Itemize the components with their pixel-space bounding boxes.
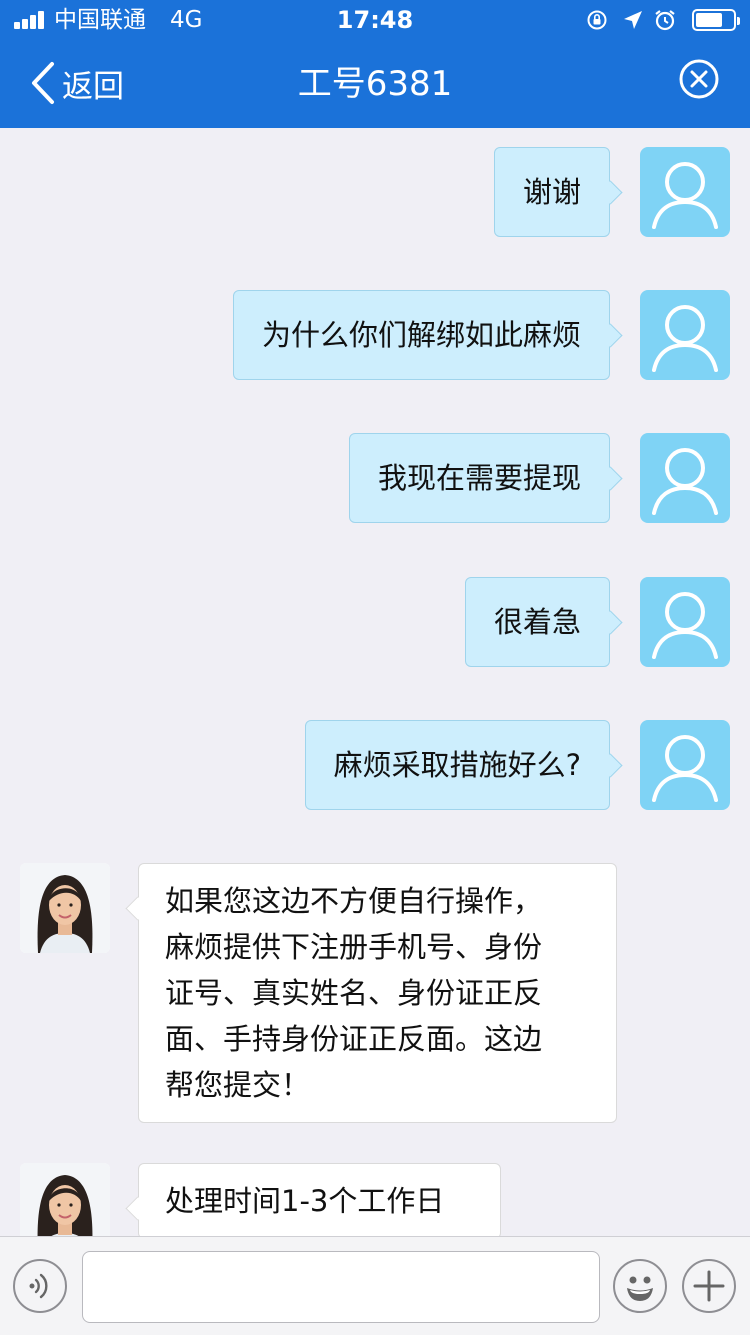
voice-icon [29, 1273, 48, 1299]
user-silhouette-icon [652, 162, 718, 229]
agent-avatar[interactable] [20, 863, 110, 953]
user-avatar[interactable] [640, 290, 730, 380]
close-circle-icon[interactable] [678, 58, 720, 100]
user-message-bubble[interactable]: 为什么你们解绑如此麻烦 [232, 290, 610, 380]
battery-icon [692, 9, 740, 31]
message-line: 处理时间1-3个工作日 [165, 1184, 445, 1218]
nav-bar: 返回 工号6381 [0, 40, 750, 128]
status-bar: 中国联通 4G 17:48 [0, 0, 750, 40]
voice-button[interactable] [13, 1259, 67, 1313]
user-silhouette-icon [652, 735, 718, 802]
more-button[interactable] [682, 1259, 736, 1313]
agent-portrait-icon [20, 863, 110, 953]
input-bar [0, 1236, 750, 1335]
agent-portrait-icon [20, 1163, 110, 1236]
page-title: 工号6381 [297, 64, 453, 104]
user-avatar[interactable] [640, 577, 730, 667]
message-line: 帮您提交！ [165, 1068, 311, 1102]
location-arrow-icon [624, 11, 642, 29]
user-avatar[interactable] [640, 433, 730, 523]
emoji-icon [627, 1276, 653, 1301]
user-message-bubble[interactable]: 麻烦采取措施好么? [304, 720, 610, 810]
user-message-bubble[interactable]: 我现在需要提现 [348, 433, 610, 523]
alarm-icon [655, 10, 675, 31]
chat-area[interactable]: 谢谢 为什么你们解绑如此麻烦 我现在需要提现 很着急 麻烦采取措施好么? 如果您… [0, 128, 750, 1236]
user-silhouette-icon [652, 592, 718, 659]
user-silhouette-icon [652, 305, 718, 372]
user-avatar[interactable] [640, 147, 730, 237]
message-line: 证号、真实姓名、身份证正反 [165, 976, 543, 1010]
message-line: 面、手持身份证正反面。这边 [165, 1022, 543, 1056]
emoji-button[interactable] [613, 1259, 667, 1313]
user-silhouette-icon [652, 448, 718, 515]
message-line: 麻烦提供下注册手机号、身份 [165, 930, 543, 964]
agent-message-bubble[interactable]: 处理时间1-3个工作日 [138, 1163, 501, 1236]
orientation-lock-icon [587, 10, 607, 30]
message-input[interactable] [82, 1251, 600, 1323]
user-message-bubble[interactable]: 谢谢 [493, 147, 610, 237]
agent-avatar[interactable] [20, 1163, 110, 1236]
user-message-bubble[interactable]: 很着急 [464, 577, 610, 667]
message-line: 如果您这边不方便自行操作， [165, 884, 543, 918]
agent-message-bubble[interactable]: 如果您这边不方便自行操作， 麻烦提供下注册手机号、身份 证号、真实姓名、身份证正… [138, 863, 617, 1123]
user-avatar[interactable] [640, 720, 730, 810]
header-bar: 中国联通 4G 17:48 返回 工号6381 [0, 0, 750, 128]
plus-icon [693, 1270, 725, 1302]
